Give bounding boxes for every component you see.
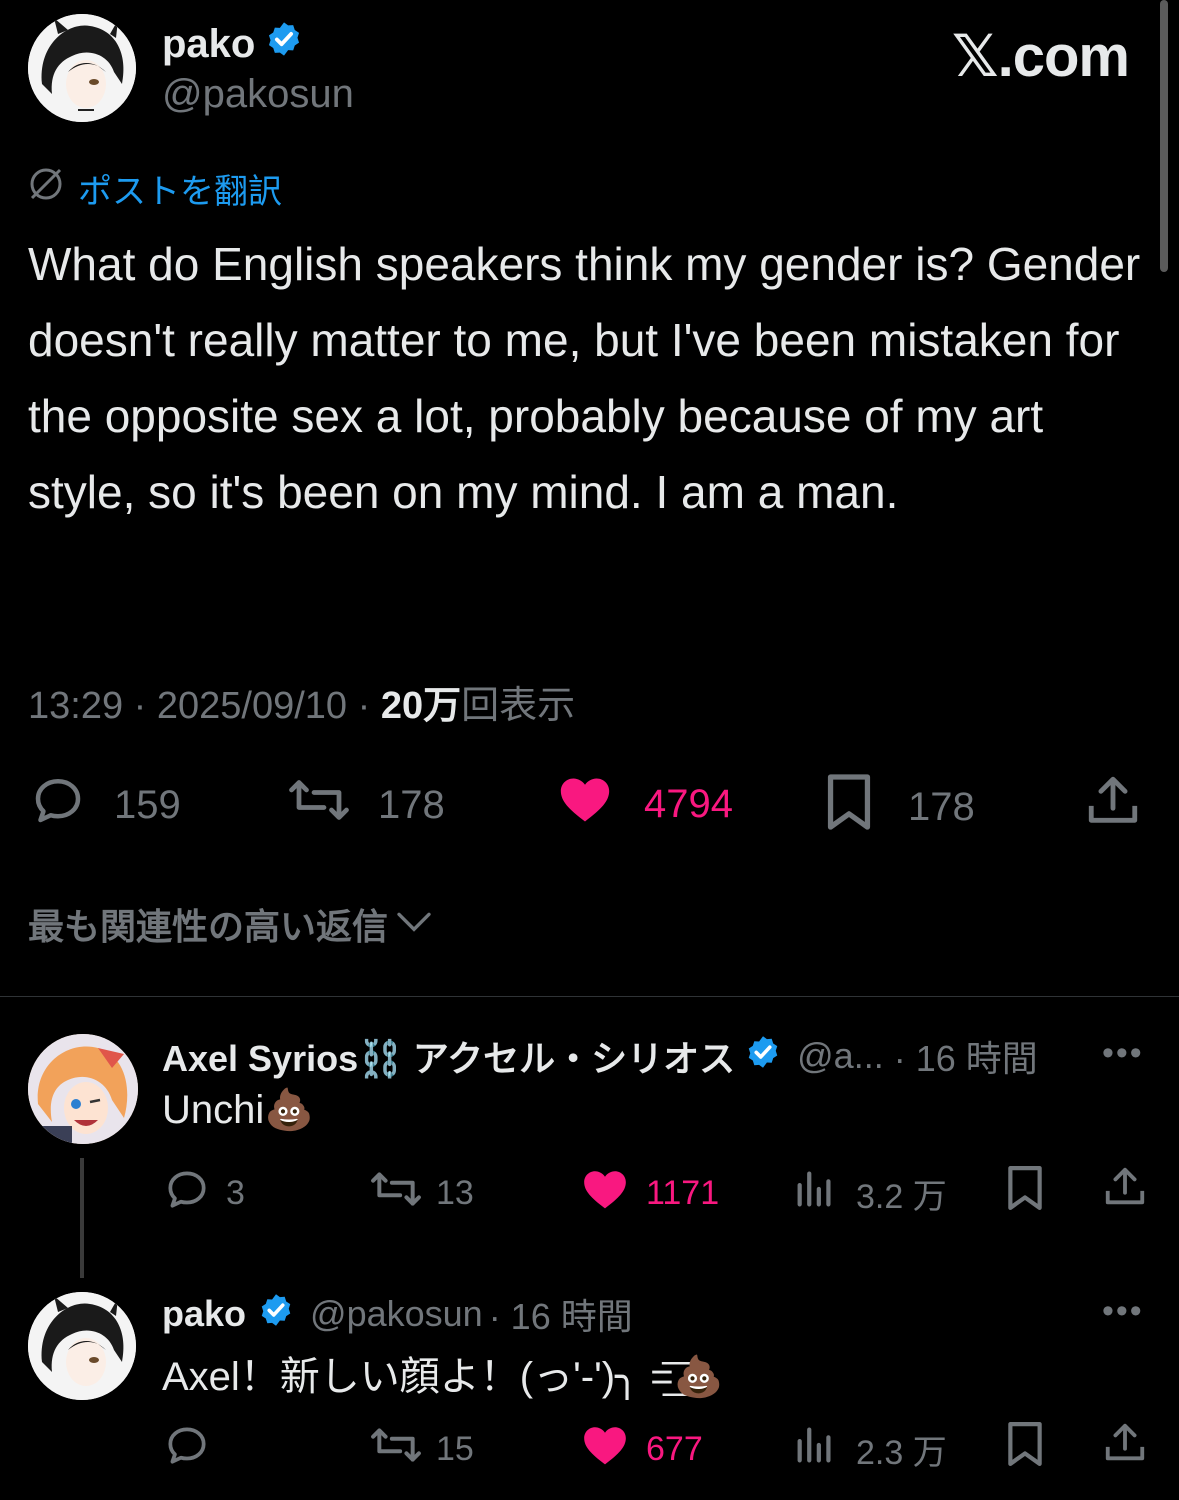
- share-icon: [1102, 1162, 1148, 1217]
- reply-sort-dropdown[interactable]: 最も関連性の高い返信: [28, 898, 434, 950]
- views-button[interactable]: 3.2 万: [792, 1164, 947, 1223]
- reply-button[interactable]: 159: [28, 770, 181, 840]
- bar-chart-icon: [792, 1420, 838, 1479]
- repost-icon: [368, 1420, 424, 1479]
- heart-filled-icon: [580, 1164, 630, 1223]
- sort-label: 最も関連性の高い返信: [28, 906, 389, 947]
- reply-header: pako @pakosun · 16 時間: [162, 1288, 633, 1340]
- bookmark-icon: [1002, 1162, 1048, 1219]
- reply-author-handle[interactable]: @a...: [797, 1035, 884, 1077]
- author-avatar[interactable]: [28, 14, 136, 122]
- reply-icon: [162, 1420, 212, 1479]
- repost-button[interactable]: 13: [368, 1164, 474, 1223]
- reply-time[interactable]: · 16 時間: [894, 1030, 1038, 1082]
- share-icon: [1084, 770, 1142, 837]
- like-count: 1171: [646, 1174, 720, 1212]
- post-time[interactable]: 13:29: [28, 685, 123, 727]
- repost-button[interactable]: 178: [286, 770, 445, 840]
- reply-count: 3: [226, 1174, 245, 1212]
- reply-time[interactable]: · 16 時間: [489, 1288, 633, 1340]
- post-date[interactable]: 2025/09/10: [157, 685, 347, 727]
- site-logo: 𝕏.com: [951, 24, 1130, 89]
- bookmark-button[interactable]: [1002, 1418, 1048, 1475]
- reply-author-name[interactable]: pako: [162, 1293, 246, 1335]
- reply-text: Axel！新しい顔よ！(っ'-')╮ =͟͟͞💩: [162, 1355, 724, 1399]
- views-count: 20万: [380, 685, 462, 727]
- share-button[interactable]: [1102, 1162, 1148, 1217]
- views-count: 2.3 万: [856, 1434, 947, 1472]
- verified-badge-icon: [265, 20, 303, 68]
- reply-header: Axel Syrios⛓️ アクセル・シリオス @a... · 16 時間: [162, 1030, 1038, 1082]
- like-button[interactable]: 4794: [556, 770, 733, 838]
- post-text: What do English speakers think my gender…: [28, 238, 1154, 518]
- bookmark-button[interactable]: 178: [820, 770, 975, 844]
- repost-count: 15: [436, 1430, 474, 1468]
- globe-slash-icon: [28, 166, 64, 211]
- reply-button[interactable]: 3: [162, 1164, 245, 1223]
- views-label: 回表示: [461, 685, 576, 727]
- heart-filled-icon: [556, 770, 614, 838]
- separator: ·: [123, 685, 157, 727]
- verified-badge-icon: [745, 1034, 781, 1079]
- scrollbar[interactable]: [1160, 0, 1168, 272]
- translate-link[interactable]: ポストを翻訳: [28, 164, 282, 213]
- separator: ·: [347, 685, 381, 727]
- views-count: 3.2 万: [856, 1178, 947, 1216]
- reply-count: 159: [114, 782, 181, 827]
- repost-button[interactable]: 15: [368, 1420, 474, 1479]
- verified-badge-icon: [258, 1292, 294, 1337]
- like-count: 4794: [644, 781, 733, 826]
- share-button[interactable]: [1084, 770, 1142, 837]
- reply-text: Unchi💩: [162, 1088, 315, 1132]
- chevron-down-icon: [394, 903, 434, 945]
- more-options-icon[interactable]: •••: [1102, 1034, 1144, 1073]
- share-button[interactable]: [1102, 1418, 1148, 1473]
- author-handle[interactable]: @pakosun: [162, 72, 354, 117]
- repost-count: 178: [378, 782, 445, 827]
- reply-avatar-axel[interactable]: [28, 1034, 138, 1144]
- reply-button[interactable]: [162, 1420, 226, 1479]
- heart-filled-icon: [580, 1420, 630, 1479]
- translate-label[interactable]: ポストを翻訳: [78, 164, 282, 213]
- repost-icon: [368, 1164, 424, 1223]
- repost-count: 13: [436, 1174, 474, 1212]
- divider: [0, 996, 1179, 997]
- like-count: 677: [646, 1430, 703, 1468]
- thread-line: [80, 1158, 84, 1278]
- reply-author-handle[interactable]: @pakosun: [310, 1293, 483, 1335]
- bookmark-icon: [820, 770, 878, 844]
- reply-avatar-pako[interactable]: [28, 1292, 136, 1400]
- bookmark-icon: [1002, 1418, 1048, 1475]
- post-meta: 13:29 · 2025/09/10 · 20万回表示: [28, 674, 575, 729]
- author-name[interactable]: pako: [162, 22, 255, 67]
- reply-icon: [28, 770, 88, 840]
- reply-icon: [162, 1164, 212, 1223]
- more-options-icon[interactable]: •••: [1102, 1292, 1144, 1331]
- views-button[interactable]: 2.3 万: [792, 1420, 947, 1479]
- like-button[interactable]: 1171: [580, 1164, 719, 1223]
- author-name-row[interactable]: pako: [162, 20, 303, 68]
- bookmark-count: 178: [908, 784, 975, 829]
- bar-chart-icon: [792, 1164, 838, 1223]
- share-icon: [1102, 1418, 1148, 1473]
- bookmark-button[interactable]: [1002, 1162, 1048, 1219]
- repost-icon: [286, 770, 352, 840]
- like-button[interactable]: 677: [580, 1420, 703, 1479]
- reply-author-name[interactable]: Axel Syrios⛓️ アクセル・シリオス: [162, 1030, 735, 1082]
